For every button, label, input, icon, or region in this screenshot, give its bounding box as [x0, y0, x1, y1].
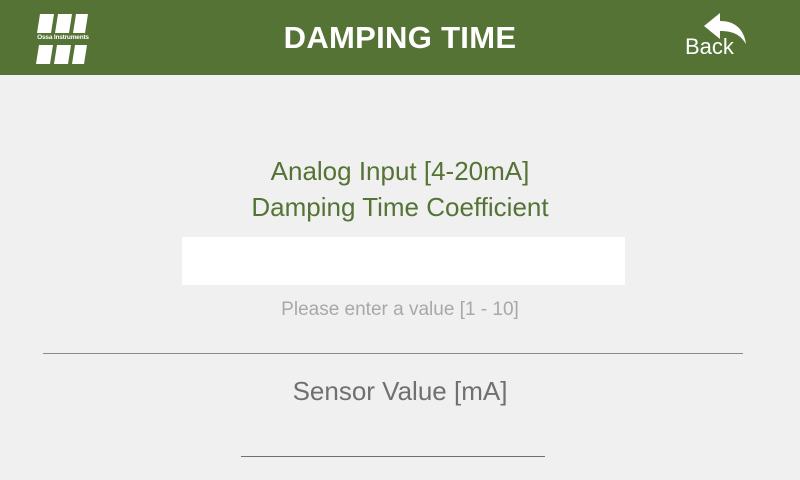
section-divider	[43, 353, 743, 354]
input-hint: Please enter a value [1 - 10]	[281, 299, 519, 320]
damping-value-input[interactable]	[182, 237, 625, 285]
sensor-value-readout	[241, 420, 545, 456]
sensor-value-label: Sensor Value [mA]	[292, 376, 508, 406]
back-button[interactable]: Back	[680, 10, 752, 62]
header-bar: Ossa Instruments DAMPING TIME Back	[0, 0, 800, 75]
input-prompt-line-2: Damping Time Coefficient	[251, 192, 549, 222]
back-label: Back	[685, 34, 734, 59]
input-prompt-line-1: Analog Input [4-20mA]	[270, 156, 530, 186]
sensor-value-underline	[241, 456, 545, 457]
